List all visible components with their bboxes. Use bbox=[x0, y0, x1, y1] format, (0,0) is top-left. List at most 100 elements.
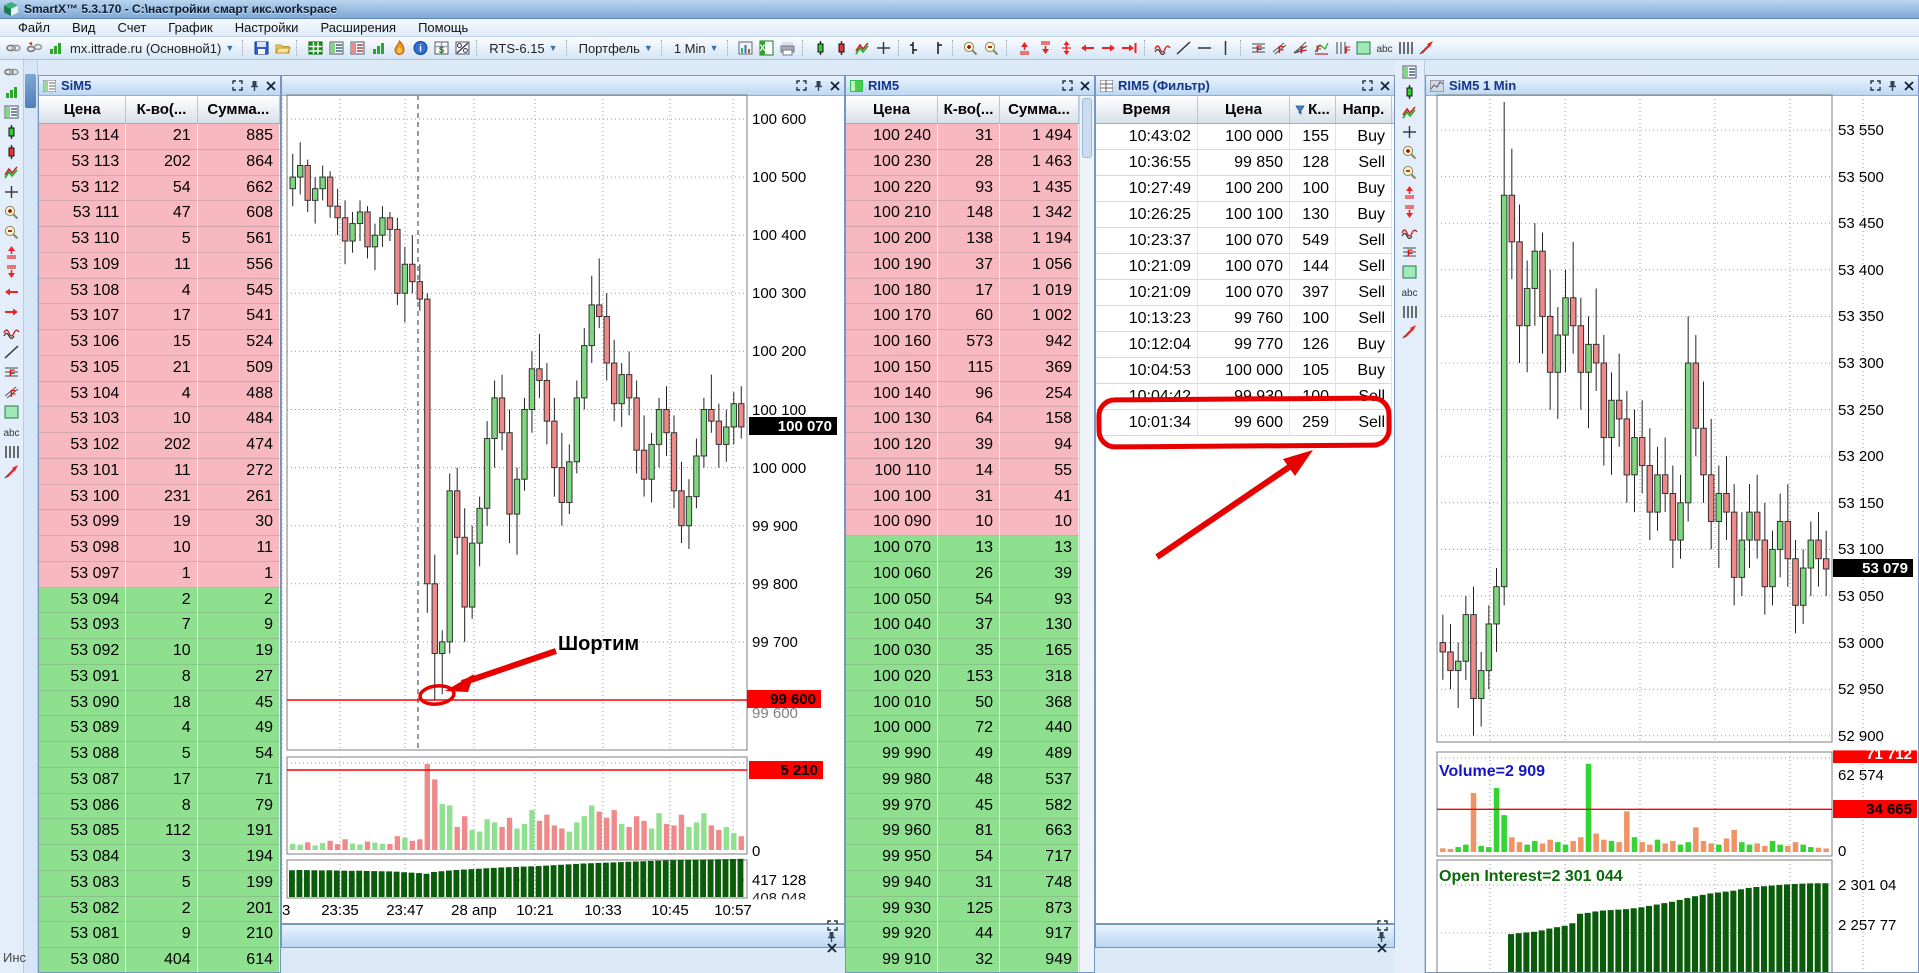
expand-icon[interactable] bbox=[232, 80, 243, 91]
bid-row[interactable]: 99 930 125 873 bbox=[846, 896, 1079, 923]
ask-row[interactable]: 53 104 4 488 bbox=[39, 381, 280, 408]
dash-icon[interactable] bbox=[1196, 40, 1214, 57]
close-icon[interactable] bbox=[1904, 80, 1914, 91]
ask-row[interactable]: 53 111 47 608 bbox=[39, 201, 280, 227]
dom-blue-icon[interactable] bbox=[3, 103, 21, 120]
fib-fan-icon[interactable]: F bbox=[1292, 40, 1310, 57]
bid-row[interactable]: 53 090 18 45 bbox=[39, 690, 280, 717]
bars4-icon[interactable] bbox=[1397, 40, 1415, 57]
bar-left-icon[interactable] bbox=[908, 40, 926, 57]
signal-icon[interactable] bbox=[369, 40, 387, 57]
close-icon[interactable] bbox=[1080, 80, 1090, 91]
fib-retracement-icon[interactable]: F bbox=[1401, 243, 1419, 260]
trade-row[interactable]: 10:26:25 100 100 130 Buy bbox=[1096, 202, 1394, 228]
lightning-icon[interactable] bbox=[1401, 323, 1419, 340]
timeframe-selector[interactable]: 1 Min ▼ bbox=[671, 41, 722, 56]
bid-row[interactable]: 53 092 10 19 bbox=[39, 639, 280, 665]
ask-row[interactable]: 53 097 1 1 bbox=[39, 561, 280, 588]
bid-row[interactable]: 53 084 3 194 bbox=[39, 845, 280, 871]
portfolio-selector[interactable]: Портфель ▼ bbox=[576, 41, 656, 56]
menu-Расширения[interactable]: Расширения bbox=[310, 20, 406, 35]
column-header-2[interactable]: Сумма... bbox=[198, 96, 280, 123]
bid-row[interactable]: 53 083 5 199 bbox=[39, 870, 280, 897]
menu-Файл[interactable]: Файл bbox=[8, 20, 60, 35]
bid-row[interactable]: 99 910 32 949 bbox=[846, 948, 1079, 972]
bid-row[interactable]: 53 082 2 201 bbox=[39, 896, 280, 923]
menu-Вид[interactable]: Вид bbox=[62, 20, 106, 35]
cross-icon[interactable] bbox=[3, 183, 21, 200]
bid-row[interactable]: 53 085 112 191 bbox=[39, 819, 280, 845]
wave-icon[interactable] bbox=[1401, 223, 1419, 240]
zigzag-icon[interactable] bbox=[3, 163, 21, 180]
dom-blue-icon[interactable] bbox=[1401, 63, 1419, 80]
ask-row[interactable]: 53 114 21 885 bbox=[39, 124, 280, 150]
info-icon[interactable]: i bbox=[411, 40, 429, 57]
close-icon[interactable] bbox=[1380, 80, 1390, 91]
bid-row[interactable]: 100 050 54 93 bbox=[846, 587, 1079, 614]
ask-row[interactable]: 53 103 10 484 bbox=[39, 407, 280, 433]
collapsed-panel-tab[interactable] bbox=[25, 74, 36, 108]
panel-dom-sim5-titlebar[interactable]: SiM5 bbox=[39, 76, 280, 96]
candle-green-icon[interactable] bbox=[3, 123, 21, 140]
pin-icon[interactable] bbox=[250, 80, 259, 92]
column-header-1[interactable]: Цена bbox=[1198, 96, 1290, 123]
ask-row[interactable]: 100 220 93 1 435 bbox=[846, 175, 1079, 202]
cross-icon[interactable] bbox=[875, 40, 893, 57]
dom-rim5-scrollbar[interactable] bbox=[1079, 96, 1094, 972]
panel-dom-rim5-titlebar[interactable]: RIM5 bbox=[846, 76, 1094, 96]
money-grid-icon[interactable]: $ bbox=[432, 40, 450, 57]
ask-row[interactable]: 53 099 19 30 bbox=[39, 510, 280, 536]
print-icon[interactable] bbox=[779, 40, 797, 57]
ask-row[interactable]: 100 120 39 94 bbox=[846, 433, 1079, 459]
bid-row[interactable]: 100 000 72 440 bbox=[846, 716, 1079, 742]
trade-row[interactable]: 10:13:23 99 760 100 Sell bbox=[1096, 306, 1394, 332]
trade-row[interactable]: 10:04:53 100 000 105 Buy bbox=[1096, 358, 1394, 384]
column-header-3[interactable]: Напр. bbox=[1336, 96, 1392, 123]
trade-row[interactable]: 10:04:42 99 930 100 Sell bbox=[1096, 384, 1394, 410]
percent-grid-icon[interactable] bbox=[453, 40, 471, 57]
candle-red-icon[interactable] bbox=[833, 40, 851, 57]
bid-row[interactable]: 53 087 17 71 bbox=[39, 767, 280, 794]
lightning-icon[interactable] bbox=[1418, 40, 1436, 57]
zigzag-icon[interactable] bbox=[1401, 103, 1419, 120]
zoom-out-icon[interactable] bbox=[1401, 163, 1419, 180]
candle-green-icon[interactable] bbox=[1401, 83, 1419, 100]
ask-row[interactable]: 53 113 202 864 bbox=[39, 149, 280, 176]
slash-icon[interactable] bbox=[3, 343, 21, 360]
trade-row[interactable]: 10:23:37 100 070 549 Sell bbox=[1096, 228, 1394, 254]
arrow-up-red-icon[interactable] bbox=[3, 243, 21, 260]
arrow-rightbar-red-icon[interactable] bbox=[1121, 40, 1139, 57]
ask-row[interactable]: 100 110 14 55 bbox=[846, 458, 1079, 485]
trade-row[interactable]: 10:12:04 99 770 126 Buy bbox=[1096, 332, 1394, 358]
bars4-icon[interactable] bbox=[1401, 303, 1419, 320]
ask-row[interactable]: 100 130 64 158 bbox=[846, 407, 1079, 433]
column-header-1[interactable]: К-во(... bbox=[938, 96, 1000, 123]
vline-icon[interactable] bbox=[1217, 40, 1235, 57]
arrow-left-red-icon[interactable] bbox=[3, 283, 21, 300]
ask-row[interactable]: 53 105 21 509 bbox=[39, 355, 280, 382]
expand-icon[interactable] bbox=[1062, 80, 1073, 91]
cross-icon[interactable] bbox=[1401, 123, 1419, 140]
arrow-right-red-icon[interactable] bbox=[3, 303, 21, 320]
ask-row[interactable]: 100 210 148 1 342 bbox=[846, 201, 1079, 227]
zoom-in-icon[interactable] bbox=[1401, 143, 1419, 160]
expand-icon[interactable] bbox=[1377, 919, 1388, 931]
column-header-1[interactable]: К-во(... bbox=[126, 96, 198, 123]
signal-icon[interactable] bbox=[46, 40, 64, 57]
close-icon[interactable] bbox=[1377, 942, 1388, 953]
candle-red-icon[interactable] bbox=[3, 143, 21, 160]
panel-chart-rim5-titlebar[interactable] bbox=[282, 76, 844, 96]
close-icon[interactable] bbox=[827, 942, 838, 953]
trade-row[interactable]: 10:27:49 100 200 100 Buy bbox=[1096, 176, 1394, 202]
bid-row[interactable]: 99 920 44 917 bbox=[846, 922, 1079, 948]
wave-icon[interactable] bbox=[1154, 40, 1172, 57]
ask-row[interactable]: 53 106 15 524 bbox=[39, 330, 280, 356]
menu-Помощь[interactable]: Помощь bbox=[408, 20, 478, 35]
ask-row[interactable]: 100 160 573 942 bbox=[846, 330, 1079, 356]
bar-right-icon[interactable] bbox=[929, 40, 947, 57]
column-header-0[interactable]: Время bbox=[1096, 96, 1198, 123]
panel-chart-sim5-titlebar[interactable]: SiM5 1 Min bbox=[1426, 76, 1918, 96]
panel-rim5-filter-titlebar[interactable]: RIM5 (Фильтр) bbox=[1096, 76, 1394, 96]
excel-icon[interactable]: X bbox=[758, 40, 776, 57]
lightning-icon[interactable] bbox=[3, 463, 21, 480]
